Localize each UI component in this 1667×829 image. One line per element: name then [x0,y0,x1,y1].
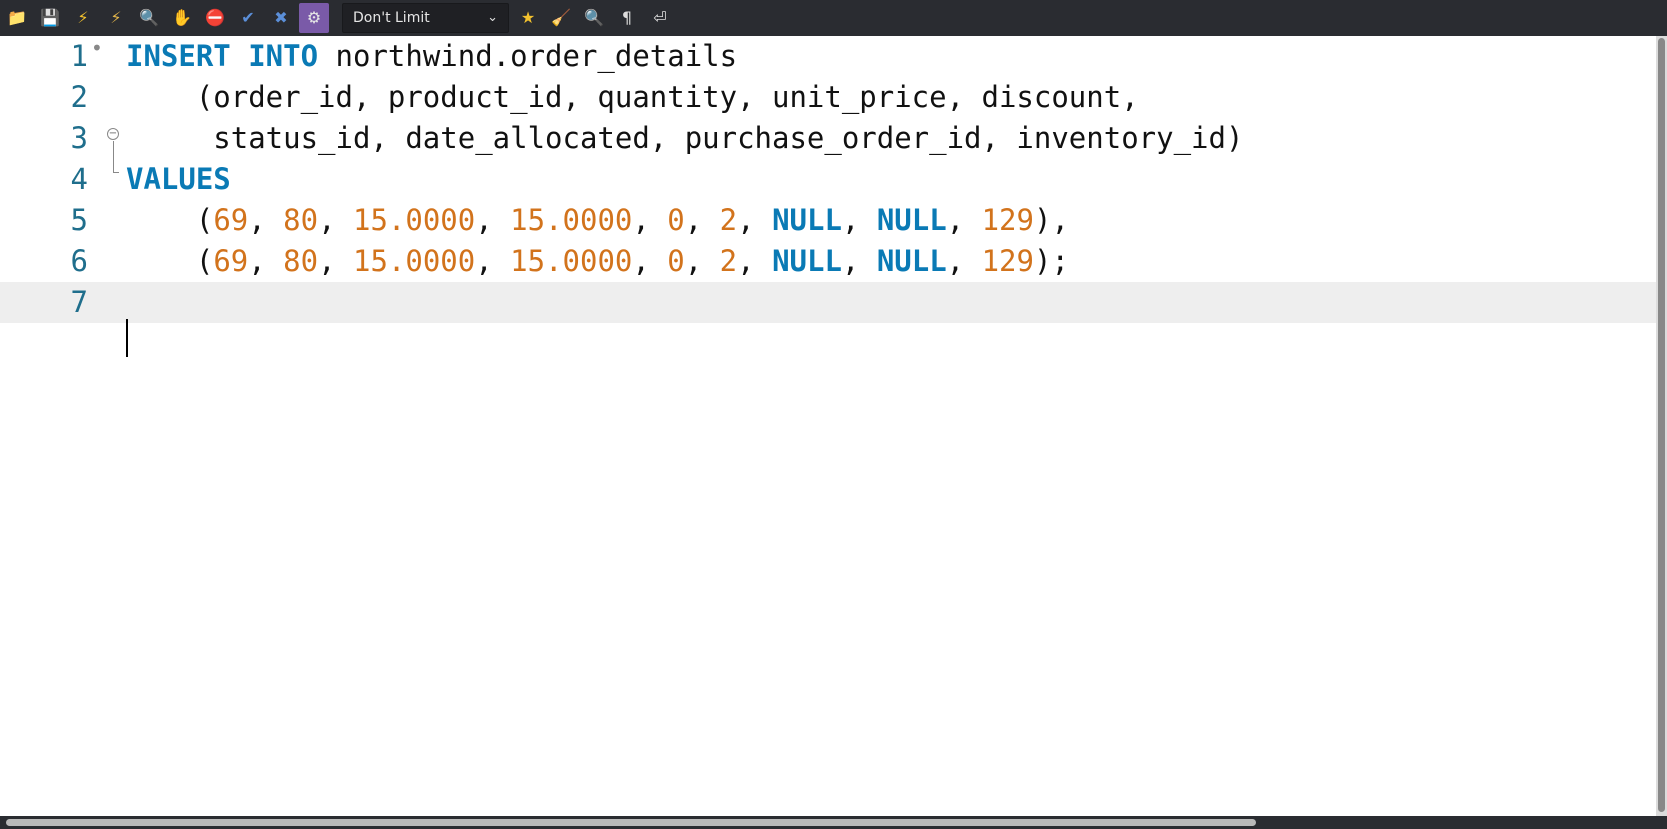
sql-number: 80 [283,244,319,278]
code-text: status_id, date_allocated, purchase_orde… [126,118,1243,159]
line-number: 3 [70,121,88,155]
sql-text: , [475,203,511,237]
code-text: (69, 80, 15.0000, 15.0000, 0, 2, NULL, N… [126,200,1069,241]
beautify-icon[interactable]: ★ [513,3,543,33]
sql-text: , [684,244,720,278]
sql-text: , [841,203,877,237]
code-line[interactable]: 6 (69, 80, 15.0000, 15.0000, 0, 2, NULL,… [0,241,1656,282]
sql-text: ), [1033,203,1069,237]
explain-icon[interactable]: 🔍 [134,3,164,33]
editor-toolbar: 📁 💾 ⚡ ⚡ 🔍 ✋ ⛔ ✔ ✖ ⚙ Don't Limit ⌄ ★ 🧹 🔍 ¶ ⏎ [0,0,1667,37]
horizontal-scrollbar[interactable] [0,816,1667,829]
sql-text: , [632,203,668,237]
stop-on-error-icon[interactable]: ⛔ [200,3,230,33]
sql-text: , [475,244,511,278]
sql-text: ( [126,203,214,237]
line-number: 6 [70,244,88,278]
sql-text: (order_id, product_id, quantity, unit_pr… [126,80,1139,114]
save-icon[interactable]: 💾 [35,3,65,33]
commit-icon[interactable]: ✔ [233,3,263,33]
sql-keyword: NULL [876,203,947,237]
code-line[interactable]: 4 VALUES [0,159,1656,200]
sql-text: , [248,203,284,237]
sql-text: , [318,203,353,237]
limit-rows-select[interactable]: Don't Limit ⌄ [342,3,509,33]
snippets-icon[interactable]: 🧹 [546,3,576,33]
limit-rows-value: Don't Limit [353,10,430,26]
open-file-icon[interactable]: 📁 [2,3,32,33]
sql-keyword: NULL [772,203,842,237]
text-caret [126,319,128,357]
sql-text: , [841,244,877,278]
sql-number: 15.0000 [510,203,633,237]
line-number: 2 [70,80,88,114]
sql-text: , [318,244,353,278]
invisible-chars-icon[interactable]: ¶ [612,3,642,33]
sql-text: , [737,244,773,278]
sql-text: , [737,203,773,237]
sql-keyword: NULL [876,244,947,278]
sql-number: 15.0000 [353,244,476,278]
find-icon[interactable]: 🔍 [579,3,609,33]
rollback-icon[interactable]: ✖ [266,3,296,33]
sql-text: , [946,203,982,237]
line-number: 7 [70,285,88,319]
stop-icon[interactable]: ✋ [167,3,197,33]
sql-number: 69 [213,244,249,278]
code-text: (69, 80, 15.0000, 15.0000, 0, 2, NULL, N… [126,241,1069,282]
code-line[interactable]: 2 (order_id, product_id, quantity, unit_… [0,77,1656,118]
sql-keyword: NULL [772,244,842,278]
vertical-scrollbar[interactable] [1656,36,1667,816]
fold-guide [113,141,119,173]
code-text: INSERT INTO northwind.order_details [126,36,737,77]
sql-number: 2 [719,203,738,237]
sql-number: 0 [667,203,685,237]
sql-keyword: INSERT INTO [126,39,319,73]
line-number: 1 [70,39,88,73]
word-wrap-icon[interactable]: ⏎ [645,3,675,33]
fold-toggle-icon[interactable]: − [107,128,119,140]
code-line[interactable]: 1 INSERT INTO northwind.order_details [0,36,1656,77]
sql-text: , [632,244,668,278]
sql-number: 129 [981,203,1034,237]
sql-number: 2 [719,244,738,278]
line-number: 5 [70,203,88,237]
sql-text: , [684,203,720,237]
code-text: (order_id, product_id, quantity, unit_pr… [126,77,1139,118]
sql-text: ( [126,244,214,278]
chevron-down-icon: ⌄ [487,10,498,25]
code-line[interactable]: 3 status_id, date_allocated, purchase_or… [0,118,1656,159]
sql-number: 0 [667,244,685,278]
sql-number: 15.0000 [353,203,476,237]
sql-number: 80 [283,203,319,237]
execute-current-icon[interactable]: ⚡ [101,3,131,33]
line-number: 4 [70,162,88,196]
sql-number: 129 [981,244,1034,278]
code-text: VALUES [126,159,231,200]
sql-text: status_id, date_allocated, purchase_orde… [126,121,1244,155]
execute-icon[interactable]: ⚡ [68,3,98,33]
code-line[interactable]: 7 [0,282,1656,323]
sql-text: northwind.order_details [318,39,738,73]
sql-number: 15.0000 [510,244,633,278]
sql-text: , [248,244,284,278]
autocommit-icon[interactable]: ⚙ [299,3,329,33]
sql-text: ); [1033,244,1069,278]
fold-marker-icon[interactable]: • [91,36,103,60]
sql-keyword: VALUES [126,162,231,196]
sql-number: 69 [213,203,249,237]
code-line[interactable]: 5 (69, 80, 15.0000, 15.0000, 0, 2, NULL,… [0,200,1656,241]
sql-text: , [946,244,982,278]
sql-editor[interactable]: 1 INSERT INTO northwind.order_details 2 (o… [0,36,1656,816]
vertical-scrollbar-thumb[interactable] [1658,38,1665,812]
horizontal-scrollbar-thumb[interactable] [6,819,1256,826]
